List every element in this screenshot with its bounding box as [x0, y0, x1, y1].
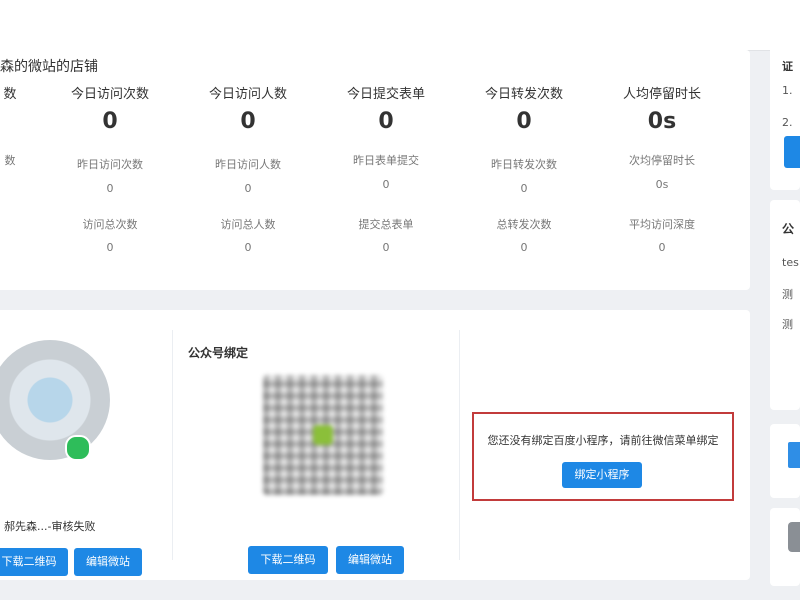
stat-col-shares: 今日转发次数 0 昨日转发次数 0 总转发次数 0 — [459, 86, 589, 254]
stat-sub1-label: 昨日表单提交 — [353, 154, 419, 167]
stat-sub1-label: 昨日访问人数 — [215, 158, 281, 171]
stat-sub1-label: 昨日转发次数 — [491, 158, 557, 171]
miniapp-status-caption: 郝先森...-审核失败 — [4, 520, 96, 533]
baidu-miniapp-box: 您还没有绑定百度小程序，请前往微信菜单绑定 绑定小程序 — [472, 412, 734, 501]
side-card-title: 证 — [782, 60, 793, 73]
qr-logo-icon — [313, 425, 333, 445]
message-icon[interactable] — [788, 442, 800, 468]
stat-sub2-label: 提交总表单 — [358, 218, 414, 231]
stat-label: 今日访问人数 — [208, 87, 287, 102]
stat-col-forms: 今日提交表单 0 昨日表单提交 0 提交总表单 0 — [321, 86, 451, 254]
stat-value: 0 — [378, 109, 394, 134]
stat-label: 今日转发次数 — [484, 87, 563, 102]
divider — [172, 330, 173, 560]
stat-label: 今日访问次数 — [70, 87, 149, 102]
stat-sub2-value: 0 — [244, 241, 252, 254]
official-edit-site-button[interactable]: 编辑微站 — [336, 546, 404, 574]
stat-value: 0 — [240, 109, 256, 134]
stat-value: 0 — [102, 109, 118, 134]
side-notice-card: 公 tes 测 测 — [770, 200, 800, 410]
stat-col-duration: 人均停留时长 0s 次均停留时长 0s 平均访问深度 0 — [597, 86, 727, 254]
notice-item[interactable]: 测 — [782, 286, 793, 302]
bindings-card: 郝先森...-审核失败 下载二维码 编辑微站 公众号绑定 下载二维码 编辑微站 … — [0, 310, 750, 580]
wechat-badge-icon — [65, 435, 91, 461]
stat-col-visitors: 今日访问人数 0 昨日访问人数 0 访问总人数 0 — [183, 86, 313, 254]
download-qr-button[interactable]: 下载二维码 — [0, 548, 68, 576]
side-extra-card — [770, 508, 800, 586]
side-message-card — [770, 424, 800, 498]
stat-sub2-label: 访问总人数 — [220, 218, 276, 231]
stat-sub1-label: 昨日访问次数 — [77, 158, 143, 171]
side-guide-card: 证 1. 2. — [770, 44, 800, 190]
notice-item[interactable]: tes — [782, 256, 799, 269]
bind-miniapp-button[interactable]: 绑定小程序 — [562, 462, 642, 488]
stat-sub2-value: 0 — [382, 241, 390, 254]
stat-col-visits: 今日访问次数 0 昨日访问次数 0 访问总次数 0 — [45, 86, 175, 254]
app-icon[interactable] — [788, 522, 800, 552]
stat-sub1-value: 0 — [106, 182, 114, 195]
shop-title: 森的微站的店铺 — [0, 59, 98, 75]
stat-sub2-label: 总转发次数 — [496, 218, 552, 231]
stat-sub1-value: 0 — [520, 182, 528, 195]
stat-sub2-label: 访问总次数 — [82, 218, 138, 231]
official-account-title: 公众号绑定 — [188, 346, 249, 360]
stat-sub1-value: 0s — [655, 178, 669, 191]
official-qr-code — [263, 375, 383, 495]
stat-sub2-value: 0 — [658, 241, 666, 254]
top-bar — [0, 0, 800, 51]
stat-label: 人均停留时长 — [622, 87, 701, 102]
side-action-button[interactable] — [784, 136, 800, 168]
miniapp-qr-code — [0, 340, 110, 461]
side-item: 1. — [782, 84, 793, 97]
stats-card: 森的微站的店铺 数 数 今日访问次数 0 昨日访问次数 0 访问总次数 0 今日… — [0, 50, 750, 290]
baidu-miniapp-message: 您还没有绑定百度小程序，请前往微信菜单绑定 — [487, 434, 719, 447]
divider — [459, 330, 460, 560]
stat-sub2-value: 0 — [520, 241, 528, 254]
side-item: 2. — [782, 116, 793, 129]
stat-sub1-value: 0 — [382, 178, 390, 191]
stat-value: 0 — [516, 109, 532, 134]
edit-site-button[interactable]: 编辑微站 — [74, 548, 142, 576]
stat-sub1-value: 0 — [244, 182, 252, 195]
notice-item[interactable]: 测 — [782, 316, 793, 332]
stat-sub2-value: 0 — [106, 241, 114, 254]
official-download-qr-button[interactable]: 下载二维码 — [248, 546, 328, 574]
stat-value: 0s — [647, 109, 677, 134]
stat-sub1-label: 次均停留时长 — [629, 154, 695, 167]
stat-label: 今日提交表单 — [346, 87, 425, 102]
side-card-title: 公 — [782, 222, 795, 236]
stat-sub2-label: 平均访问深度 — [629, 218, 695, 231]
